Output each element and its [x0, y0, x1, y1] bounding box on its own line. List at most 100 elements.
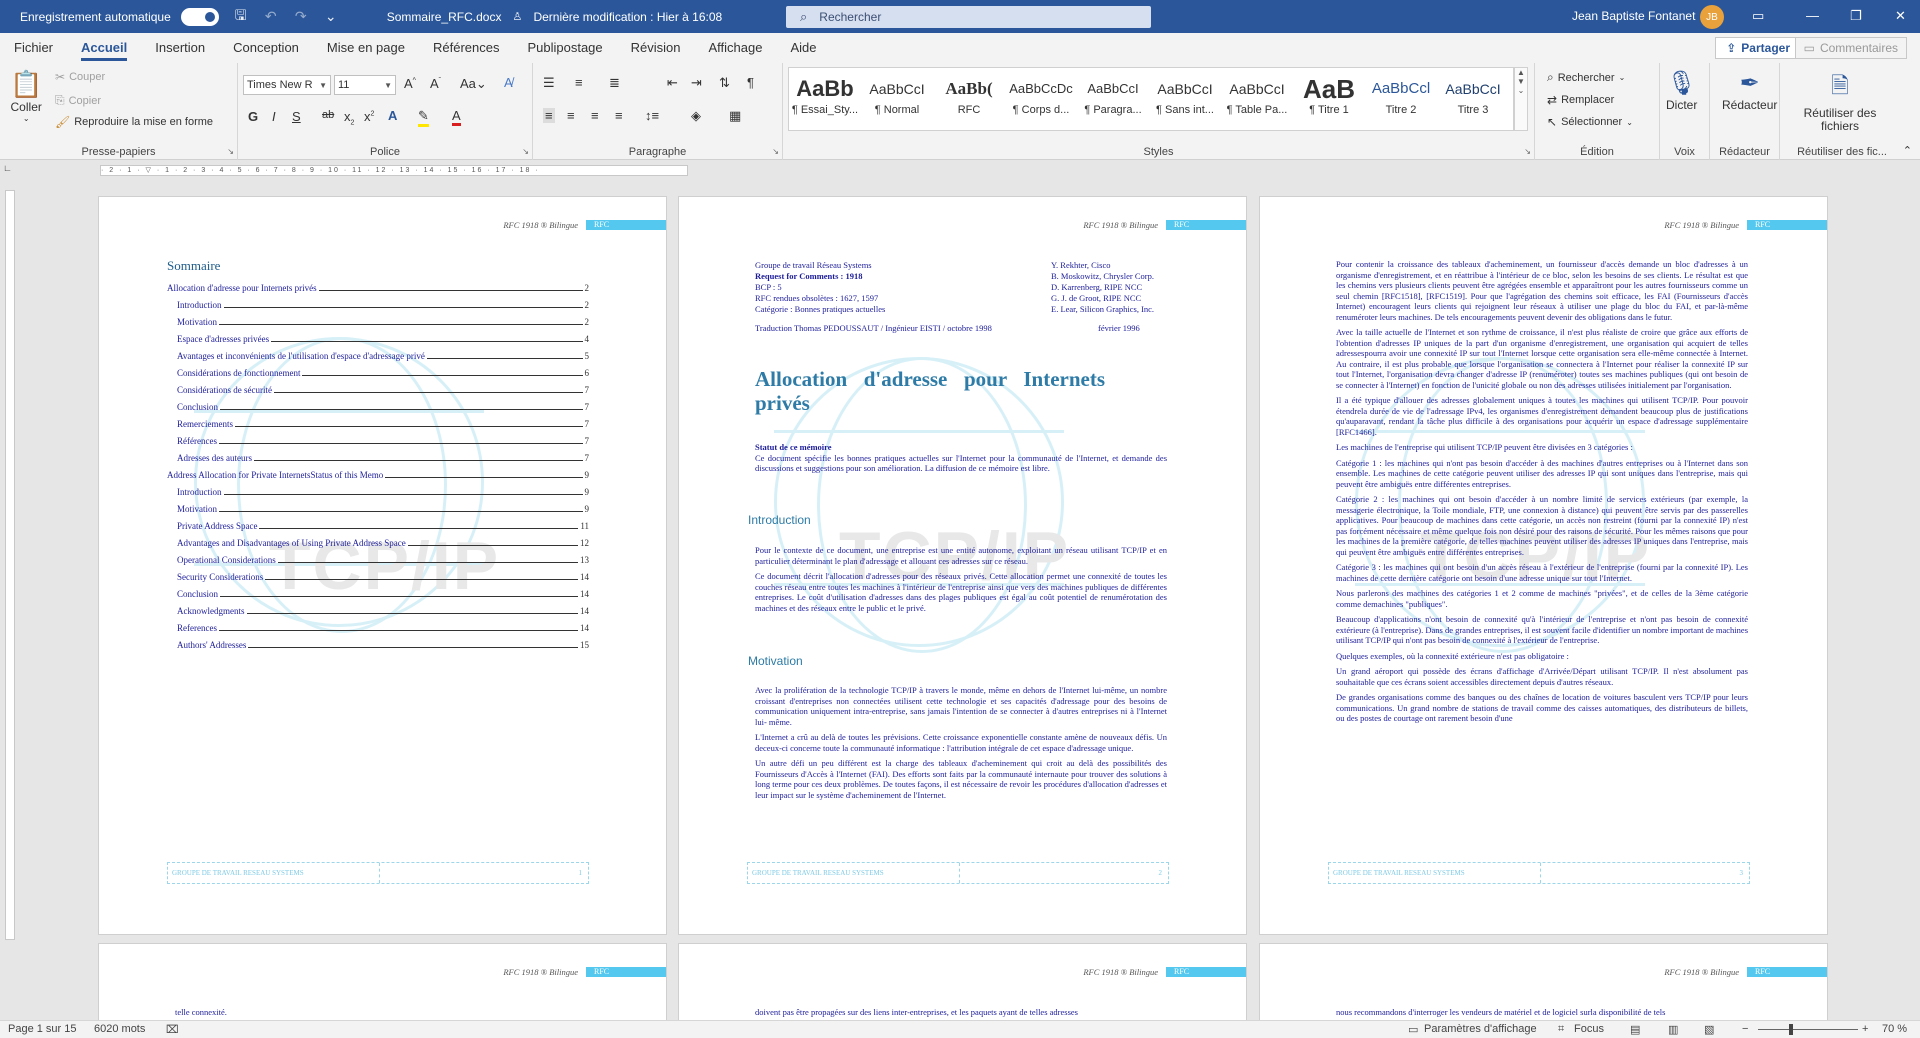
- autosave-toggle[interactable]: [180, 7, 219, 26]
- zoom-in-icon[interactable]: +: [1862, 1023, 1868, 1035]
- shrink-font-icon[interactable]: Aˇ: [430, 76, 441, 91]
- toc-entry[interactable]: Remerciements 7: [177, 417, 589, 429]
- styles-scroll[interactable]: ▲ ▼ ⌄: [1514, 67, 1528, 131]
- toc-entry[interactable]: Allocation d'adresse pour Internets priv…: [167, 281, 589, 293]
- page-count[interactable]: Page 1 sur 15: [8, 1023, 77, 1035]
- proofing-icon[interactable]: ⌧: [166, 1023, 179, 1036]
- close-icon[interactable]: ✕: [1895, 8, 1906, 24]
- document-name[interactable]: Sommaire_RFC.docx: [387, 10, 502, 24]
- word-count[interactable]: 6020 mots: [94, 1023, 145, 1035]
- style-titre-3[interactable]: AaBbCcI Titre 3: [1437, 68, 1509, 130]
- focus-icon[interactable]: ⌗: [1558, 1023, 1564, 1036]
- read-mode-icon[interactable]: ▤: [1630, 1023, 1640, 1036]
- zoom-out-icon[interactable]: −: [1742, 1023, 1748, 1035]
- user-name[interactable]: Jean Baptiste Fontanet: [1572, 9, 1695, 23]
- clear-format-icon[interactable]: A̸: [504, 75, 513, 90]
- font-size-select[interactable]: 11 ▼: [334, 75, 396, 95]
- page-4[interactable]: RFC 1918 ® Bilingue RFC telle connexité.: [99, 944, 666, 1024]
- toc-entry[interactable]: Security Considerations 14: [177, 570, 589, 582]
- page-5[interactable]: RFC 1918 ® Bilingue RFC doivent pas être…: [679, 944, 1246, 1024]
- format-painter-button[interactable]: 🖌 Reproduire la mise en forme: [55, 115, 213, 129]
- autosave[interactable]: Enregistrement automatique: [20, 7, 219, 26]
- toc-entry[interactable]: Introduction 9: [177, 485, 589, 497]
- subscript-icon[interactable]: x2: [344, 109, 354, 127]
- toc-entry[interactable]: Espace d'adresses privées 4: [177, 332, 589, 344]
- toc-entry[interactable]: Motivation 9: [177, 502, 589, 514]
- change-case-icon[interactable]: Aa⌄: [460, 76, 487, 92]
- toc-entry[interactable]: Considérations de sécurité 7: [177, 383, 589, 395]
- bold-icon[interactable]: G: [248, 109, 258, 124]
- print-layout-icon[interactable]: ▥: [1668, 1023, 1678, 1036]
- paste-button[interactable]: 📋 Coller ⌄: [10, 69, 42, 123]
- decrease-indent-icon[interactable]: ⇤: [667, 75, 678, 91]
- multilevel-list-icon[interactable]: ≣: [609, 75, 620, 91]
- cut-button[interactable]: ✂ Couper: [55, 70, 105, 84]
- toc-entry[interactable]: Address Allocation for Private Internets…: [167, 468, 589, 480]
- web-layout-icon[interactable]: ▧: [1704, 1023, 1714, 1036]
- toc-entry[interactable]: Références 7: [177, 434, 589, 446]
- justify-icon[interactable]: ≡: [615, 108, 623, 123]
- last-modified[interactable]: Dernière modification : Hier à 16:08: [533, 10, 722, 24]
- display-settings-label[interactable]: Paramètres d'affichage: [1424, 1023, 1537, 1035]
- redo-icon[interactable]: ↷: [293, 8, 309, 25]
- align-center-icon[interactable]: ≡: [567, 108, 575, 123]
- numbering-icon[interactable]: ≡: [575, 75, 583, 90]
- style-titre-2[interactable]: AaBbCcl Titre 2: [1365, 68, 1437, 130]
- zoom-slider[interactable]: [1758, 1029, 1858, 1030]
- strikethrough-icon[interactable]: ab: [322, 109, 334, 121]
- customize-toolbar-icon[interactable]: ⌄: [323, 8, 339, 25]
- toc-entry[interactable]: Authors' Addresses 15: [177, 638, 589, 650]
- toc-entry[interactable]: Conclusion 14: [177, 587, 589, 599]
- toc-entry[interactable]: References 14: [177, 621, 589, 633]
- style-corps[interactable]: AaBbCcDc ¶ Corps d...: [1005, 68, 1077, 130]
- tab-affichage[interactable]: Affichage: [695, 33, 777, 63]
- italic-icon[interactable]: I: [272, 109, 276, 124]
- tab-conception[interactable]: Conception: [219, 33, 313, 63]
- comments-button[interactable]: ▭ Commentaires: [1794, 37, 1907, 59]
- tab-references[interactable]: Références: [419, 33, 513, 63]
- tab-fichier[interactable]: Fichier: [0, 33, 67, 63]
- dictate-button[interactable]: 🎙 Dicter: [1666, 69, 1697, 112]
- underline-icon[interactable]: S: [292, 109, 301, 124]
- page-6[interactable]: RFC 1918 ® Bilingue RFC nous recommandon…: [1260, 944, 1827, 1024]
- tab-aide[interactable]: Aide: [776, 33, 830, 63]
- style-rfc[interactable]: AaBb( RFC: [933, 68, 1005, 130]
- dialog-launcher-icon[interactable]: ↘: [1524, 147, 1531, 156]
- style-normal[interactable]: AaBbCcI ¶ Normal: [861, 68, 933, 130]
- increase-indent-icon[interactable]: ⇥: [691, 75, 702, 91]
- collapse-ribbon-icon[interactable]: ⌃: [1903, 144, 1912, 157]
- tab-selector-icon[interactable]: ∟: [3, 163, 13, 173]
- find-button[interactable]: ⌕ Rechercher ⌄: [1547, 70, 1625, 85]
- select-button[interactable]: ↖ Sélectionner ⌄: [1547, 115, 1633, 129]
- editor-button[interactable]: ✒ Rédacteur: [1722, 69, 1777, 112]
- copy-button[interactable]: ⎘ Copier: [55, 93, 101, 108]
- toc-entry[interactable]: Acknowledgments 14: [177, 604, 589, 616]
- tab-mise-en-page[interactable]: Mise en page: [313, 33, 419, 63]
- minimize-icon[interactable]: —: [1806, 8, 1819, 23]
- zoom-slider-thumb[interactable]: [1789, 1024, 1793, 1035]
- line-spacing-icon[interactable]: ↕≡: [645, 108, 659, 123]
- shading-icon[interactable]: ◈: [691, 108, 701, 124]
- reuse-files-button[interactable]: 🗎 Réutiliser des fichiers: [1800, 69, 1880, 133]
- borders-icon[interactable]: ▦: [729, 108, 741, 124]
- align-left-icon[interactable]: ≡: [543, 108, 555, 123]
- save-icon[interactable]: 🖫: [233, 7, 249, 25]
- tab-publipostage[interactable]: Publipostage: [513, 33, 616, 63]
- style-table[interactable]: AaBbCcI ¶ Table Pa...: [1221, 68, 1293, 130]
- page-1[interactable]: TCP/IP RFC 1918 ® Bilingue RFC Sommaire …: [99, 197, 666, 934]
- zoom-level[interactable]: 70 %: [1882, 1023, 1907, 1035]
- toc-entry[interactable]: Considérations de fonctionnement 6: [177, 366, 589, 378]
- tab-accueil[interactable]: Accueil: [67, 33, 141, 63]
- toc-entry[interactable]: Advantages and Disadvantages of Using Pr…: [177, 536, 589, 548]
- pilcrow-icon[interactable]: ¶: [747, 75, 754, 90]
- dialog-launcher-icon[interactable]: ↘: [772, 147, 779, 156]
- grow-font-icon[interactable]: A^: [404, 76, 416, 91]
- dialog-launcher-icon[interactable]: ↘: [522, 147, 529, 156]
- style-titre-1[interactable]: AaB ¶ Titre 1: [1293, 68, 1365, 130]
- toc-entry[interactable]: Adresses des auteurs 7: [177, 451, 589, 463]
- dialog-launcher-icon[interactable]: ↘: [227, 147, 234, 156]
- bullets-icon[interactable]: ☰: [543, 75, 555, 91]
- toc-entry[interactable]: Private Address Space 11: [177, 519, 589, 531]
- ribbon-display-icon[interactable]: ▭: [1752, 8, 1764, 24]
- superscript-icon[interactable]: x2: [364, 109, 374, 124]
